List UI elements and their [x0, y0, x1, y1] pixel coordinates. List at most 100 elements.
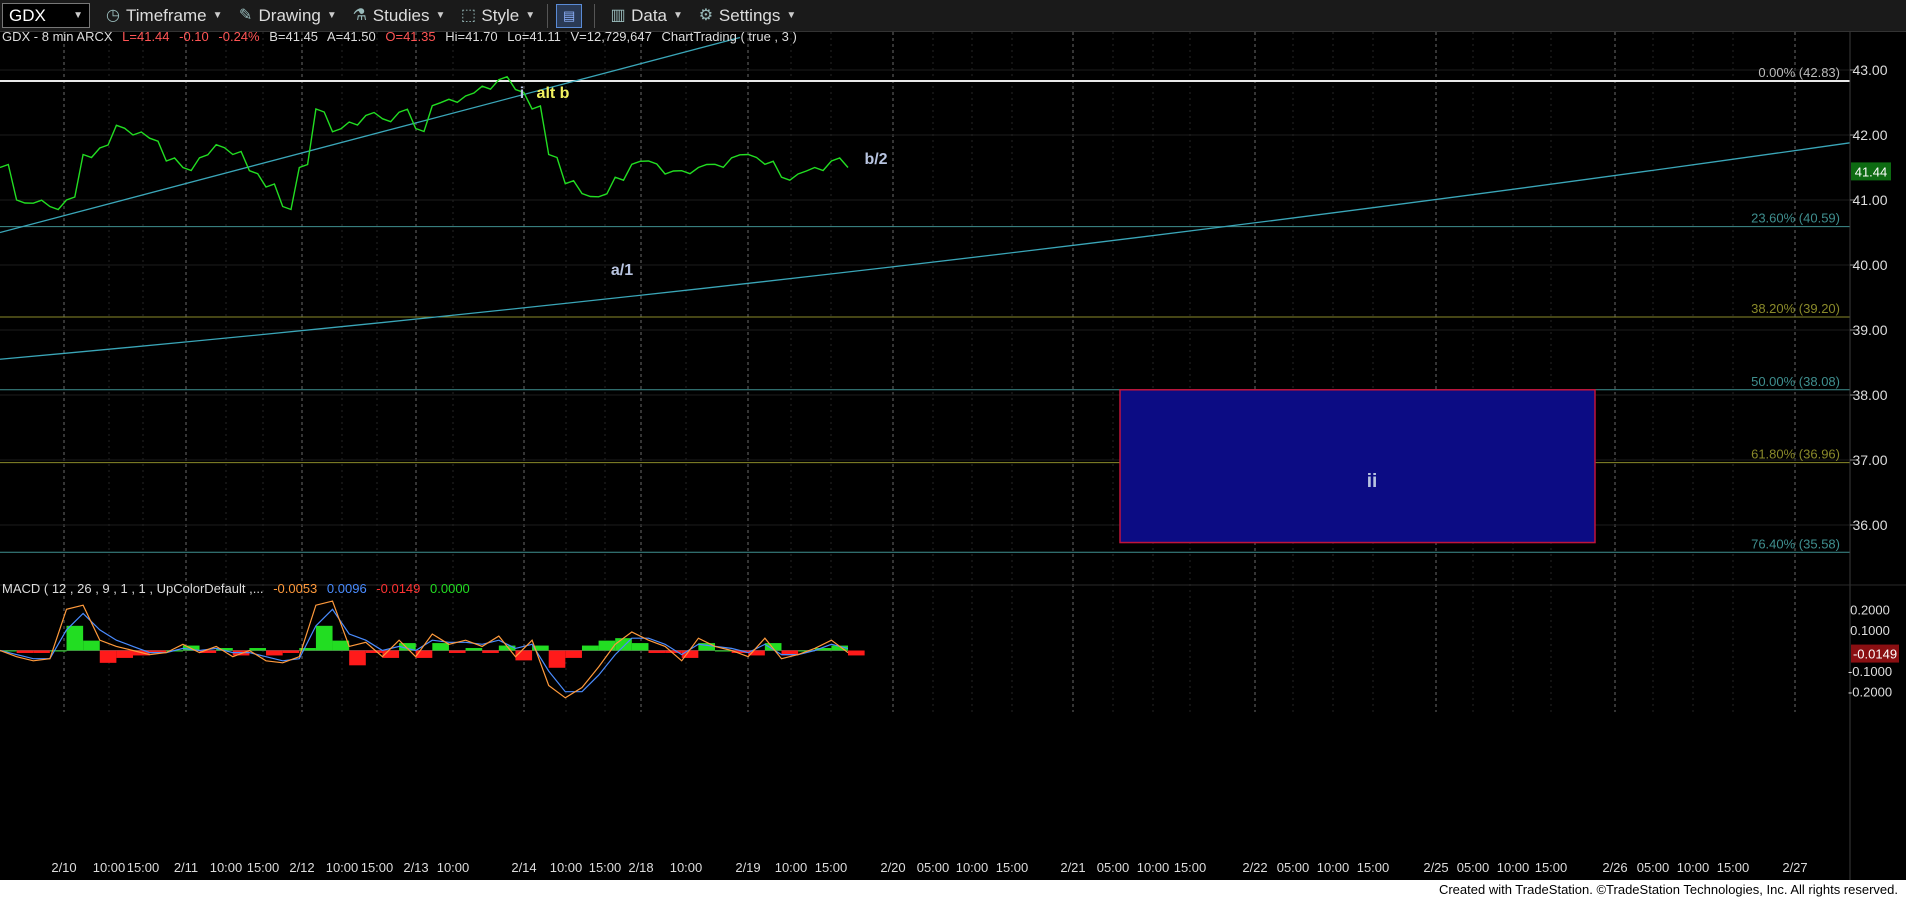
macd-histogram-bar [631, 643, 649, 651]
price-header-ask: A=41.50 [327, 32, 376, 44]
price-header-volume: V=12,729,647 [571, 32, 652, 44]
fib-level-label: 0.00% (42.83) [1758, 65, 1840, 80]
time-axis-label: 2/18 [628, 860, 653, 875]
price-header-low: Lo=41.11 [507, 32, 561, 44]
macd-header-diff: -0.0149 [376, 581, 420, 596]
price-tick-label: 42.00 [1852, 127, 1887, 143]
macd-histogram-bar [16, 650, 34, 653]
fib-level-label: 23.60% (40.59) [1751, 211, 1840, 226]
time-axis-label: 05:00 [917, 860, 950, 875]
style-label: Style [481, 5, 520, 25]
macd-header-zero: 0.0000 [430, 581, 470, 596]
macd-histogram-bar [432, 643, 449, 651]
macd-tick-label: 0.1000 [1850, 623, 1890, 638]
timeframe-label: Timeframe [126, 5, 207, 25]
layout-toggle-button[interactable]: ▤ [556, 3, 583, 28]
macd-histogram-bar [581, 645, 599, 651]
time-axis-label: 10:00 [1317, 860, 1350, 875]
studies-menu[interactable]: ⚗ Studies ▼ [351, 6, 446, 26]
data-menu[interactable]: ▥ Data ▼ [609, 6, 683, 26]
macd-histogram-bar [448, 650, 466, 653]
time-axis-label: 15:00 [1717, 860, 1750, 875]
fib-level-label: 76.40% (35.58) [1751, 536, 1840, 551]
price-header-change: -0.10 [179, 32, 209, 44]
time-axis-label: 15:00 [996, 860, 1029, 875]
time-axis-label: 2/13 [403, 860, 428, 875]
time-axis-label: 10:00 [670, 860, 703, 875]
footer-credit: Created with TradeStation. ©TradeStation… [0, 880, 1906, 900]
fib-level-label: 50.00% (38.08) [1751, 374, 1840, 389]
price-header-last: L=41.44 [122, 32, 169, 44]
price-chart-svg[interactable]: 0.00% (42.83) 23.60% (40.59) 38.20% (39.20… [0, 29, 1906, 880]
chevron-down-icon: ▼ [73, 10, 83, 21]
wave-label: ii [1367, 471, 1378, 492]
wave-label: b/2 [864, 151, 887, 168]
macd-header: MACD ( 12 , 26 , 9 , 1 , 1 , UpColorDefa… [2, 581, 470, 596]
gear-icon: ⚙ [698, 6, 714, 24]
macd-histogram-bar [598, 640, 616, 651]
chevron-down-icon: ▼ [212, 10, 223, 21]
time-axis-label: 15:00 [127, 860, 160, 875]
price-axis: 43.00 42.00 41.00 40.00 39.00 38.00 37.00 36.00… [0, 32, 1906, 880]
bar-chart-icon: ▥ [610, 6, 626, 24]
style-menu[interactable]: ⬚ Style ▼ [459, 6, 535, 26]
chart-toolbar: GDX ▼ ◷ Timeframe ▼ ✎ Drawing ▼ ⚗ Studie… [0, 0, 1906, 32]
macd-histogram-bar [565, 650, 582, 658]
time-axis-label: 10:00 [956, 860, 989, 875]
macd-histogram-bar [515, 650, 533, 661]
macd-tick-label: -0.1000 [1848, 664, 1892, 679]
settings-menu[interactable]: ⚙ Settings ▼ [697, 6, 797, 26]
macd-histogram-bar [315, 625, 333, 651]
clock-icon: ◷ [106, 6, 120, 24]
target-zone [1119, 389, 1596, 544]
layout-icon: ▤ [562, 7, 576, 23]
price-tick-label: 39.00 [1852, 322, 1887, 338]
fib-level-label: 61.80% (36.96) [1751, 447, 1840, 462]
macd-histogram-bar [482, 650, 499, 653]
macd-tick-label: 0.2000 [1850, 602, 1890, 617]
last-price-value: 41.44 [1855, 164, 1888, 179]
chevron-down-icon: ▼ [786, 10, 797, 21]
time-axis-label: 05:00 [1457, 860, 1490, 875]
price-tick-label: 40.00 [1852, 257, 1887, 273]
macd-histogram-bar [282, 650, 300, 653]
time-axis-label: 05:00 [1097, 860, 1130, 875]
wave-label: i [520, 85, 524, 102]
time-axis-label: 15:00 [1535, 860, 1568, 875]
macd-header-signal: 0.0096 [327, 581, 367, 596]
macd-histogram-bar [365, 650, 383, 653]
time-axis-label: 05:00 [1277, 860, 1310, 875]
time-axis-label: 2/26 [1602, 860, 1627, 875]
macd-histogram-bar [33, 650, 50, 653]
macd-histogram-bar [99, 650, 117, 663]
symbol-value: GDX [9, 5, 46, 25]
price-series-group [0, 75, 849, 211]
price-tick-label: 37.00 [1852, 452, 1887, 468]
chart-area[interactable]: 0.00% (42.83) 23.60% (40.59) 38.20% (39.20… [0, 29, 1906, 900]
chevron-down-icon: ▼ [525, 10, 536, 21]
macd-histogram-bar [648, 650, 666, 653]
symbol-selector[interactable]: GDX ▼ [2, 3, 90, 28]
price-header-high: Hi=41.70 [445, 32, 497, 44]
time-axis-label: 10:00 [550, 860, 583, 875]
drawing-menu[interactable]: ✎ Drawing ▼ [237, 6, 337, 26]
chevron-down-icon: ▼ [326, 10, 337, 21]
toolbar-divider [547, 3, 549, 28]
timeframe-menu[interactable]: ◷ Timeframe ▼ [104, 6, 223, 26]
macd-histogram-bar [548, 650, 566, 668]
time-axis-label: 10:00 [1677, 860, 1710, 875]
wave-ii-target-box [1119, 389, 1596, 544]
style-icon: ⬚ [460, 6, 476, 24]
fib-level-label: 38.20% (39.20) [1751, 301, 1840, 316]
time-axis-label: 10:00 [437, 860, 470, 875]
time-axis-label: 10:00 [1497, 860, 1530, 875]
data-label: Data [631, 5, 668, 25]
chevron-down-icon: ▼ [673, 10, 683, 21]
macd-histogram-bar [848, 650, 865, 656]
toolbar-divider [594, 3, 596, 28]
time-axis-label: 10:00 [326, 860, 359, 875]
time-axis-label: 15:00 [589, 860, 622, 875]
price-tick-label: 36.00 [1852, 517, 1887, 533]
wave-label: alt b [537, 85, 570, 102]
macd-histogram-bar [83, 640, 100, 651]
